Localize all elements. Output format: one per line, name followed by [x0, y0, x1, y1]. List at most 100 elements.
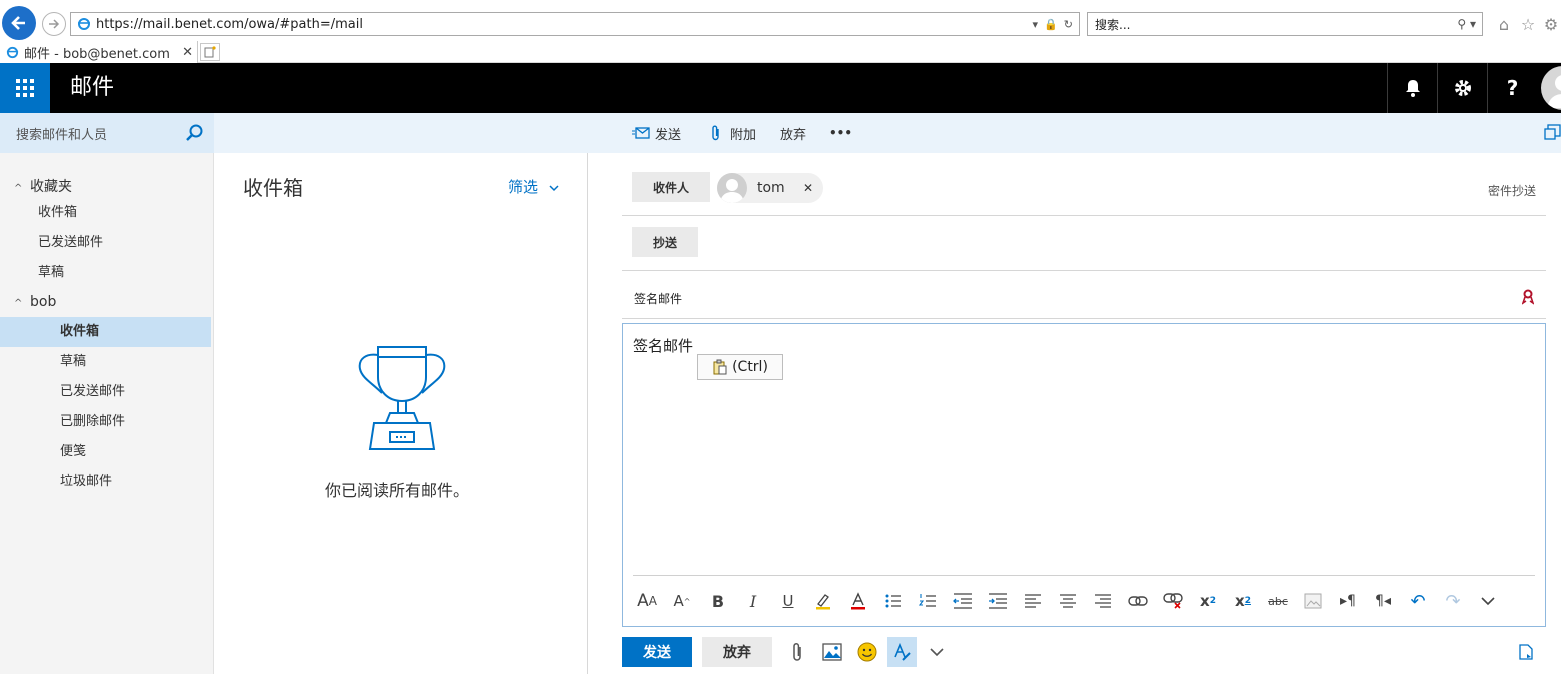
chevron-up-icon: ^ — [14, 183, 23, 194]
folder-inbox[interactable]: 收件箱 — [0, 317, 211, 347]
lock-icon[interactable]: 🔒 — [1044, 18, 1058, 31]
folder-deleted[interactable]: 已删除邮件 — [60, 407, 125, 437]
gear-icon — [1454, 80, 1471, 96]
recipient-name: tom — [757, 180, 785, 196]
star-icon[interactable]: ☆ — [1518, 14, 1538, 34]
forward-button[interactable] — [42, 12, 66, 36]
filter-button[interactable]: 筛选 — [508, 176, 559, 197]
align-right-icon[interactable] — [1090, 588, 1116, 614]
discard-button[interactable]: 放弃 — [702, 637, 772, 667]
remove-recipient-icon[interactable]: ✕ — [803, 181, 813, 195]
search-icon[interactable] — [184, 123, 204, 143]
underline-icon[interactable]: U — [775, 588, 801, 614]
chevron-down-icon — [549, 185, 559, 192]
browser-tab[interactable]: 邮件 - bob@benet.com ✕ — [0, 41, 198, 63]
person-icon — [720, 179, 744, 203]
url-text: https://mail.benet.com/owa/#path=/mail — [96, 16, 363, 32]
increase-indent-icon[interactable] — [985, 588, 1011, 614]
more-formatting-icon[interactable] — [1475, 588, 1501, 614]
refresh-icon[interactable]: ↻ — [1064, 18, 1073, 31]
tab-title: 邮件 - bob@benet.com — [24, 46, 170, 62]
decrease-indent-icon[interactable] — [950, 588, 976, 614]
bold-icon[interactable]: B — [705, 588, 731, 614]
suite-bar: 邮件 ? — [0, 63, 1561, 113]
more-icon: ••• — [829, 126, 853, 140]
notifications-button[interactable] — [1387, 63, 1437, 113]
format-toolbar-divider — [633, 575, 1535, 576]
paste-options-button[interactable]: (Ctrl) — [697, 354, 783, 380]
bell-icon — [1405, 80, 1420, 97]
remove-link-icon[interactable] — [1160, 588, 1186, 614]
address-bar[interactable]: https://mail.benet.com/owa/#path=/mail ▾… — [70, 12, 1080, 36]
folder-pane: ^ 收藏夹 收件箱 已发送邮件 草稿 ^ bob 收件箱 草稿 已发送邮件 已删除邮… — [0, 153, 214, 674]
folder-junk[interactable]: 垃圾邮件 — [60, 467, 112, 497]
bcc-link[interactable]: 密件抄送 — [1488, 182, 1536, 199]
browser-tab-row: 邮件 - bob@benet.com ✕ — [0, 41, 1561, 63]
italic-icon[interactable]: I — [740, 588, 766, 614]
subject-field[interactable]: 签名邮件 — [634, 290, 682, 307]
favorites-sent[interactable]: 已发送邮件 — [38, 228, 103, 258]
user-avatar[interactable] — [1541, 66, 1561, 110]
font-color-icon[interactable] — [845, 588, 871, 614]
undo-icon[interactable]: ↶ — [1405, 588, 1431, 614]
font-size-icon[interactable]: AA — [634, 588, 660, 614]
send-command[interactable]: 发送 — [632, 113, 681, 153]
superscript-icon[interactable]: x2 — [1195, 588, 1221, 614]
folder-sent[interactable]: 已发送邮件 — [60, 377, 125, 407]
to-button[interactable]: 收件人 — [632, 172, 710, 202]
formatting-options-button[interactable] — [887, 637, 917, 667]
app-launcher-icon[interactable] — [0, 63, 50, 113]
recipient-chip[interactable]: tom ✕ — [717, 173, 823, 203]
redo-icon[interactable]: ↷ — [1440, 588, 1466, 614]
dropdown-icon[interactable]: ▾ — [1033, 18, 1039, 31]
emoji-icon[interactable] — [854, 639, 880, 665]
strikethrough-icon[interactable]: abc — [1265, 588, 1291, 614]
highlight-icon[interactable] — [810, 588, 836, 614]
question-icon: ? — [1506, 76, 1519, 100]
popout-button[interactable] — [1544, 124, 1561, 145]
send-button[interactable]: 发送 — [622, 637, 692, 667]
signature-ribbon-icon[interactable] — [1521, 289, 1535, 309]
paste-options-label: (Ctrl) — [732, 359, 768, 375]
align-left-icon[interactable] — [1020, 588, 1046, 614]
folder-drafts[interactable]: 草稿 — [60, 347, 86, 377]
right-to-left-icon[interactable]: ¶◂ — [1370, 588, 1396, 614]
bullet-list-icon[interactable] — [880, 588, 906, 614]
insert-link-icon[interactable] — [1125, 588, 1151, 614]
close-tab-icon[interactable]: ✕ — [182, 45, 193, 60]
browser-search-box[interactable]: 搜索... ⚲ ▾ — [1087, 12, 1483, 36]
message-body-text: 签名邮件 — [633, 337, 694, 355]
empty-state-message: 你已阅读所有邮件。 — [325, 481, 470, 500]
numbered-list-icon[interactable] — [915, 588, 941, 614]
attach-command[interactable]: 附加 — [711, 113, 756, 153]
more-options-button[interactable]: ••• — [829, 113, 852, 153]
arrow-right-icon — [49, 19, 60, 29]
ie-icon — [78, 18, 90, 30]
home-icon[interactable]: ⌂ — [1494, 14, 1514, 34]
settings-button[interactable] — [1437, 63, 1487, 113]
folder-notes[interactable]: 便笺 — [60, 437, 86, 467]
chevron-up-icon: ^ — [14, 298, 23, 309]
left-to-right-icon[interactable]: ▸¶ — [1335, 588, 1361, 614]
draft-status-icon[interactable] — [1513, 639, 1539, 665]
new-tab-button[interactable] — [200, 43, 220, 61]
back-button[interactable] — [2, 6, 36, 40]
favorites-drafts[interactable]: 草稿 — [38, 258, 64, 288]
grow-font-icon[interactable]: A ^ — [669, 588, 695, 614]
insert-image-icon[interactable] — [819, 639, 845, 665]
account-header[interactable]: ^ bob — [14, 287, 56, 317]
help-button[interactable]: ? — [1487, 63, 1537, 113]
align-center-icon[interactable] — [1055, 588, 1081, 614]
discard-command[interactable]: 放弃 — [780, 113, 806, 153]
favorites-inbox[interactable]: 收件箱 — [38, 198, 77, 228]
more-insert-options-icon[interactable] — [924, 639, 950, 665]
divider — [622, 318, 1546, 319]
subscript-icon[interactable]: x2 — [1230, 588, 1256, 614]
app-title: 邮件 — [70, 75, 115, 100]
search-icon[interactable]: ⚲ ▾ — [1457, 17, 1476, 31]
attach-file-icon[interactable] — [784, 639, 810, 665]
settings-gear-icon[interactable]: ⚙ — [1541, 14, 1561, 34]
cc-button[interactable]: 抄送 — [632, 227, 698, 257]
search-mail-people-box[interactable]: 搜索邮件和人员 — [0, 113, 214, 153]
insert-picture-inline-icon[interactable] — [1300, 588, 1326, 614]
